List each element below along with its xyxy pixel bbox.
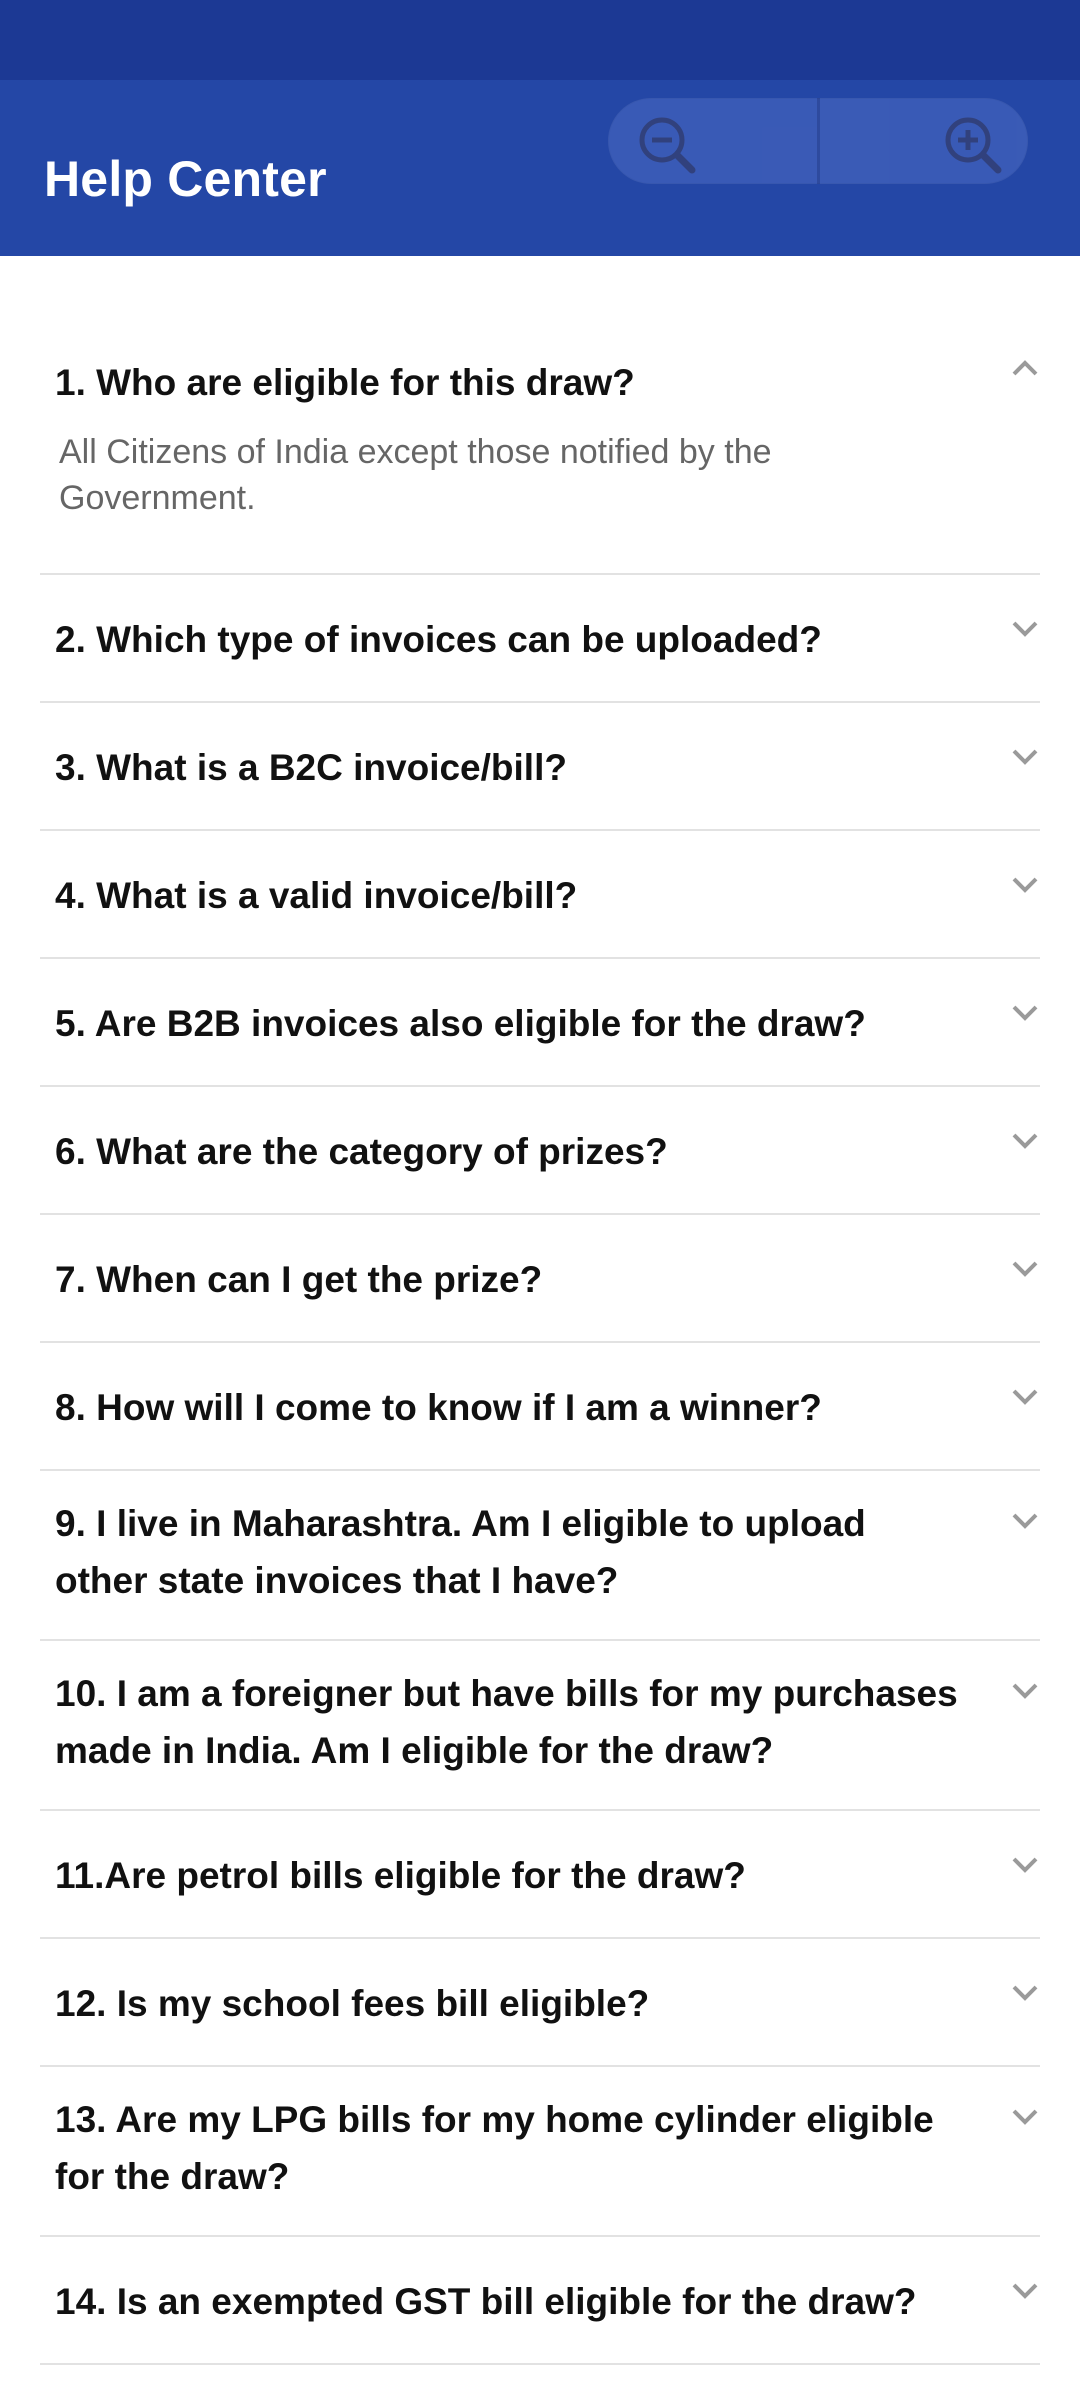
zoom-in-button[interactable] <box>819 98 1028 184</box>
faq-item-2[interactable]: 2. Which type of invoices can be uploade… <box>40 575 1040 703</box>
chevron-down-icon <box>1012 1133 1038 1149</box>
page-title: Help Center <box>44 151 327 207</box>
zoom-out-icon <box>639 117 696 174</box>
faq-item-10[interactable]: 10. I am a foreigner but have bills for … <box>40 1641 1040 1811</box>
faq-question: 13. Are my LPG bills for my home cylinde… <box>55 2099 934 2197</box>
faq-item-7[interactable]: 7. When can I get the prize? <box>40 1215 1040 1343</box>
faq-question: 5. Are B2B invoices also eligible for th… <box>55 1003 866 1044</box>
chevron-down-icon <box>1012 1389 1038 1405</box>
faq-question: 9. I live in Maharashtra. Am I eligible … <box>55 1503 866 1601</box>
chevron-down-icon <box>1012 877 1038 893</box>
faq-item-6[interactable]: 6. What are the category of prizes? <box>40 1087 1040 1215</box>
faq-list: 1. Who are eligible for this draw? All C… <box>40 256 1040 2365</box>
chevron-down-icon <box>1012 2283 1038 2299</box>
faq-item-1[interactable]: 1. Who are eligible for this draw? All C… <box>40 256 1040 575</box>
chevron-up-icon <box>1012 360 1038 376</box>
chevron-down-icon <box>1012 1985 1038 2001</box>
app-bar: Help Center <box>0 80 1080 256</box>
faq-item-8[interactable]: 8. How will I come to know if I am a win… <box>40 1343 1040 1471</box>
faq-item-9[interactable]: 9. I live in Maharashtra. Am I eligible … <box>40 1471 1040 1641</box>
faq-item-3[interactable]: 3. What is a B2C invoice/bill? <box>40 703 1040 831</box>
faq-answer: All Citizens of India except those notif… <box>59 433 772 517</box>
faq-question: 12. Is my school fees bill eligible? <box>55 1983 650 2024</box>
chevron-down-icon <box>1012 749 1038 765</box>
chevron-down-icon <box>1012 1857 1038 1873</box>
chevron-down-icon <box>1012 621 1038 637</box>
zoom-controls <box>608 98 1028 184</box>
faq-question: 1. Who are eligible for this draw? <box>55 362 635 403</box>
faq-question: 4. What is a valid invoice/bill? <box>55 875 578 916</box>
faq-question: 7. When can I get the prize? <box>55 1259 543 1300</box>
status-bar <box>0 0 1080 80</box>
faq-item-4[interactable]: 4. What is a valid invoice/bill? <box>40 831 1040 959</box>
faq-item-13[interactable]: 13. Are my LPG bills for my home cylinde… <box>40 2067 1040 2237</box>
faq-question: 11.Are petrol bills eligible for the dra… <box>55 1855 746 1896</box>
faq-question: 3. What is a B2C invoice/bill? <box>55 747 567 788</box>
chevron-down-icon <box>1012 1683 1038 1699</box>
zoom-in-icon <box>945 117 1002 174</box>
faq-question: 10. I am a foreigner but have bills for … <box>55 1673 958 1771</box>
faq-item-11[interactable]: 11.Are petrol bills eligible for the dra… <box>40 1811 1040 1939</box>
zoom-out-button[interactable] <box>608 98 820 184</box>
faq-question: 14. Is an exempted GST bill eligible for… <box>55 2281 917 2322</box>
faq-item-14[interactable]: 14. Is an exempted GST bill eligible for… <box>40 2237 1040 2365</box>
chevron-down-icon <box>1012 1513 1038 1529</box>
chevron-down-icon <box>1012 1005 1038 1021</box>
chevron-down-icon <box>1012 2109 1038 2125</box>
faq-question: 6. What are the category of prizes? <box>55 1131 668 1172</box>
faq-item-12[interactable]: 12. Is my school fees bill eligible? <box>40 1939 1040 2067</box>
faq-question: 2. Which type of invoices can be uploade… <box>55 619 822 660</box>
faq-question: 8. How will I come to know if I am a win… <box>55 1387 822 1428</box>
chevron-down-icon <box>1012 1261 1038 1277</box>
faq-item-5[interactable]: 5. Are B2B invoices also eligible for th… <box>40 959 1040 1087</box>
